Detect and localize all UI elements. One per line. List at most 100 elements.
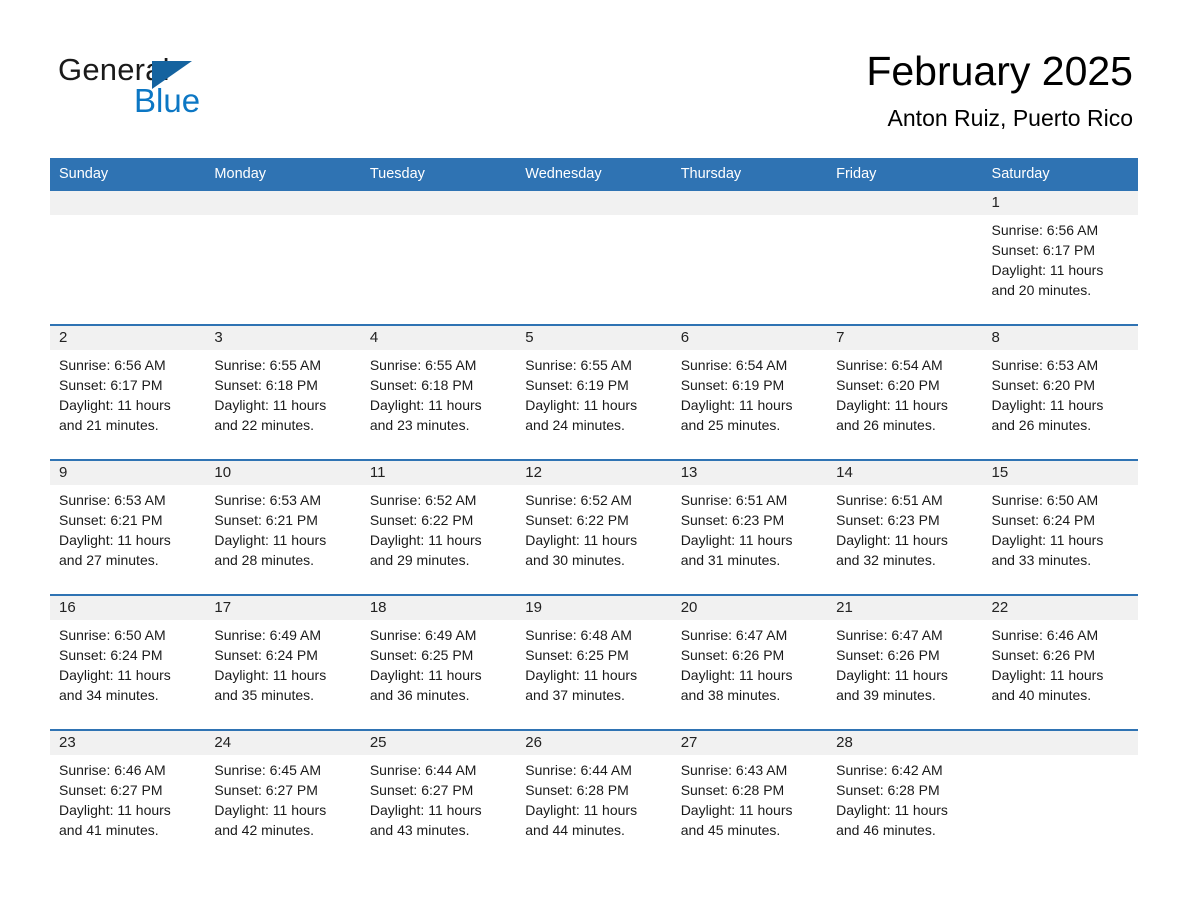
calendar-day-cell[interactable]: 15 Sunrise: 6:50 AM Sunset: 6:24 PM Dayligh… bbox=[982, 459, 1138, 595]
day-cell-inner: 12 Sunrise: 6:52 AM Sunset: 6:22 PM Dayligh… bbox=[516, 461, 672, 594]
generalblue-logo[interactable]: General Blue bbox=[58, 52, 318, 124]
daylight-text: Daylight: 11 hours and 37 minutes. bbox=[525, 667, 638, 703]
calendar-day-cell[interactable]: 4 Sunrise: 6:55 AM Sunset: 6:18 PM Daylight… bbox=[360, 324, 517, 460]
calendar-day-cell[interactable]: 23 Sunrise: 6:46 AM Sunset: 6:27 PM Dayligh… bbox=[50, 729, 206, 864]
sunrise-text: Sunrise: 6:48 AM bbox=[525, 627, 632, 643]
day-cell-inner: 18 Sunrise: 6:49 AM Sunset: 6:25 PM Dayligh… bbox=[360, 596, 517, 729]
day-cell-details: Sunrise: 6:55 AM Sunset: 6:18 PM Daylight:… bbox=[361, 350, 516, 435]
day-cell-inner: 8 Sunrise: 6:53 AM Sunset: 6:20 PM Daylight… bbox=[982, 326, 1138, 459]
day-number bbox=[360, 191, 517, 215]
calendar-day-cell[interactable]: 27 Sunrise: 6:43 AM Sunset: 6:28 PM Dayligh… bbox=[671, 729, 828, 864]
calendar-day-cell[interactable]: 9 Sunrise: 6:53 AM Sunset: 6:21 PM Daylight… bbox=[50, 459, 206, 595]
day-number: 9 bbox=[50, 461, 206, 485]
day-number: 21 bbox=[827, 596, 983, 620]
day-cell-inner: 5 Sunrise: 6:55 AM Sunset: 6:19 PM Daylight… bbox=[516, 326, 672, 459]
calendar-day-cell[interactable]: 28 Sunrise: 6:42 AM Sunset: 6:28 PM Dayligh… bbox=[827, 729, 983, 864]
sunrise-text: Sunrise: 6:46 AM bbox=[991, 627, 1099, 643]
sunrise-text: Sunrise: 6:55 AM bbox=[369, 357, 477, 373]
sunrise-text: Sunrise: 6:54 AM bbox=[836, 357, 943, 373]
sunset-text: Sunset: 6:24 PM bbox=[214, 647, 318, 663]
calendar-day-cell[interactable]: 22 Sunrise: 6:46 AM Sunset: 6:26 PM Dayligh… bbox=[982, 594, 1138, 730]
sunset-text: Sunset: 6:21 PM bbox=[59, 512, 163, 528]
daylight-text: Daylight: 11 hours and 35 minutes. bbox=[214, 667, 327, 703]
sunrise-text: Sunrise: 6:49 AM bbox=[214, 627, 322, 643]
calendar-day-cell[interactable]: 2 Sunrise: 6:56 AM Sunset: 6:17 PM Daylight… bbox=[50, 324, 206, 460]
weekday-header-tuesday: Tuesday bbox=[360, 158, 517, 190]
day-cell-details: Sunrise: 6:44 AM Sunset: 6:27 PM Daylight:… bbox=[361, 755, 516, 840]
day-cell-details: Sunrise: 6:46 AM Sunset: 6:26 PM Daylight:… bbox=[983, 620, 1138, 705]
daylight-text: Daylight: 11 hours and 46 minutes. bbox=[836, 802, 948, 838]
calendar-day-cell[interactable]: 24 Sunrise: 6:45 AM Sunset: 6:27 PM Dayligh… bbox=[205, 729, 361, 864]
calendar-day-cell[interactable]: 7 Sunrise: 6:54 AM Sunset: 6:20 PM Daylight… bbox=[827, 324, 983, 460]
sunset-text: Sunset: 6:17 PM bbox=[991, 242, 1096, 258]
day-cell-details: Sunrise: 6:53 AM Sunset: 6:21 PM Daylight:… bbox=[50, 485, 205, 570]
day-number: 15 bbox=[982, 461, 1138, 485]
calendar-day-cell[interactable]: 14 Sunrise: 6:51 AM Sunset: 6:23 PM Dayligh… bbox=[827, 459, 983, 595]
day-number: 27 bbox=[671, 731, 828, 755]
sunrise-text: Sunrise: 6:51 AM bbox=[680, 492, 788, 508]
calendar-day-cell[interactable]: 3 Sunrise: 6:55 AM Sunset: 6:18 PM Daylight… bbox=[205, 324, 361, 460]
calendar-day-cell-empty bbox=[50, 189, 206, 325]
logo-text-blue: Blue bbox=[134, 82, 201, 119]
day-cell-details: Sunrise: 6:50 AM Sunset: 6:24 PM Daylight:… bbox=[50, 620, 205, 705]
day-number: 25 bbox=[360, 731, 517, 755]
sunset-text: Sunset: 6:20 PM bbox=[991, 377, 1096, 393]
day-cell-details: Sunrise: 6:44 AM Sunset: 6:28 PM Daylight:… bbox=[516, 755, 671, 840]
daylight-text: Daylight: 11 hours and 43 minutes. bbox=[369, 802, 482, 838]
calendar-day-cell[interactable]: 16 Sunrise: 6:50 AM Sunset: 6:24 PM Dayligh… bbox=[50, 594, 206, 730]
day-number: 12 bbox=[516, 461, 672, 485]
day-number bbox=[516, 191, 672, 215]
calendar-day-cell[interactable]: 10 Sunrise: 6:53 AM Sunset: 6:21 PM Dayligh… bbox=[205, 459, 361, 595]
sunrise-text: Sunrise: 6:46 AM bbox=[59, 762, 166, 778]
sunrise-text: Sunrise: 6:50 AM bbox=[991, 492, 1099, 508]
calendar-week-row: 16 Sunrise: 6:50 AM Sunset: 6:24 PM Dayligh… bbox=[50, 594, 1138, 730]
day-cell-inner: 23 Sunrise: 6:46 AM Sunset: 6:27 PM Dayligh… bbox=[50, 731, 206, 864]
sunrise-text: Sunrise: 6:44 AM bbox=[369, 762, 477, 778]
sunrise-text: Sunrise: 6:45 AM bbox=[214, 762, 322, 778]
calendar-day-cell[interactable]: 20 Sunrise: 6:47 AM Sunset: 6:26 PM Dayligh… bbox=[671, 594, 828, 730]
day-number: 17 bbox=[205, 596, 361, 620]
day-cell-inner: 14 Sunrise: 6:51 AM Sunset: 6:23 PM Dayligh… bbox=[827, 461, 983, 594]
calendar-day-cell[interactable]: 8 Sunrise: 6:53 AM Sunset: 6:20 PM Daylight… bbox=[982, 324, 1138, 460]
day-cell-inner: 21 Sunrise: 6:47 AM Sunset: 6:26 PM Dayligh… bbox=[827, 596, 983, 729]
day-cell-details: Sunrise: 6:56 AM Sunset: 6:17 PM Daylight:… bbox=[50, 350, 205, 435]
daylight-text: Daylight: 11 hours and 39 minutes. bbox=[836, 667, 948, 703]
calendar-header-row: Sunday Monday Tuesday Wednesday Thursday Frid… bbox=[50, 158, 1138, 190]
sunrise-text: Sunrise: 6:47 AM bbox=[836, 627, 943, 643]
calendar-body: 1 Sunrise: 6:56 AM Sunset: 6:17 PM Daylight… bbox=[50, 189, 1138, 864]
daylight-text: Daylight: 11 hours and 24 minutes. bbox=[525, 397, 638, 433]
day-number: 2 bbox=[50, 326, 206, 350]
calendar-day-cell[interactable]: 13 Sunrise: 6:51 AM Sunset: 6:23 PM Dayligh… bbox=[671, 459, 828, 595]
weekday-header-saturday: Saturday bbox=[982, 158, 1138, 190]
calendar-day-cell[interactable]: 19 Sunrise: 6:48 AM Sunset: 6:25 PM Dayligh… bbox=[516, 594, 672, 730]
sunrise-text: Sunrise: 6:55 AM bbox=[214, 357, 322, 373]
calendar-day-cell[interactable]: 1 Sunrise: 6:56 AM Sunset: 6:17 PM Daylight… bbox=[982, 189, 1138, 325]
calendar-table: Sunday Monday Tuesday Wednesday Thursday Frid… bbox=[50, 158, 1138, 864]
day-number: 13 bbox=[671, 461, 828, 485]
calendar-day-cell[interactable]: 11 Sunrise: 6:52 AM Sunset: 6:22 PM Dayligh… bbox=[360, 459, 517, 595]
day-cell-details: Sunrise: 6:51 AM Sunset: 6:23 PM Daylight:… bbox=[827, 485, 982, 570]
calendar-day-cell[interactable]: 6 Sunrise: 6:54 AM Sunset: 6:19 PM Daylight… bbox=[671, 324, 828, 460]
day-cell-inner bbox=[360, 191, 517, 324]
calendar-day-cell[interactable]: 26 Sunrise: 6:44 AM Sunset: 6:28 PM Dayligh… bbox=[516, 729, 672, 864]
day-number: 14 bbox=[827, 461, 983, 485]
daylight-text: Daylight: 11 hours and 20 minutes. bbox=[991, 262, 1104, 298]
calendar-day-cell[interactable]: 12 Sunrise: 6:52 AM Sunset: 6:22 PM Dayligh… bbox=[516, 459, 672, 595]
calendar-day-cell[interactable]: 21 Sunrise: 6:47 AM Sunset: 6:26 PM Dayligh… bbox=[827, 594, 983, 730]
daylight-text: Daylight: 11 hours and 40 minutes. bbox=[991, 667, 1104, 703]
calendar-day-cell[interactable]: 25 Sunrise: 6:44 AM Sunset: 6:27 PM Dayligh… bbox=[360, 729, 517, 864]
calendar-day-cell[interactable]: 17 Sunrise: 6:49 AM Sunset: 6:24 PM Dayligh… bbox=[205, 594, 361, 730]
calendar-day-cell[interactable]: 5 Sunrise: 6:55 AM Sunset: 6:19 PM Daylight… bbox=[516, 324, 672, 460]
sunset-text: Sunset: 6:26 PM bbox=[680, 647, 785, 663]
sunset-text: Sunset: 6:19 PM bbox=[680, 377, 785, 393]
sunset-text: Sunset: 6:25 PM bbox=[525, 647, 629, 663]
day-cell-inner: 26 Sunrise: 6:44 AM Sunset: 6:28 PM Dayligh… bbox=[516, 731, 672, 864]
calendar-day-cell[interactable]: 18 Sunrise: 6:49 AM Sunset: 6:25 PM Dayligh… bbox=[360, 594, 517, 730]
day-number: 18 bbox=[360, 596, 517, 620]
sunrise-text: Sunrise: 6:53 AM bbox=[59, 492, 166, 508]
day-cell-inner: 1 Sunrise: 6:56 AM Sunset: 6:17 PM Daylight… bbox=[982, 191, 1138, 324]
sunset-text: Sunset: 6:22 PM bbox=[525, 512, 629, 528]
day-cell-details: Sunrise: 6:56 AM Sunset: 6:17 PM Daylight:… bbox=[983, 215, 1138, 300]
daylight-text: Daylight: 11 hours and 44 minutes. bbox=[525, 802, 638, 838]
day-number bbox=[982, 731, 1138, 755]
